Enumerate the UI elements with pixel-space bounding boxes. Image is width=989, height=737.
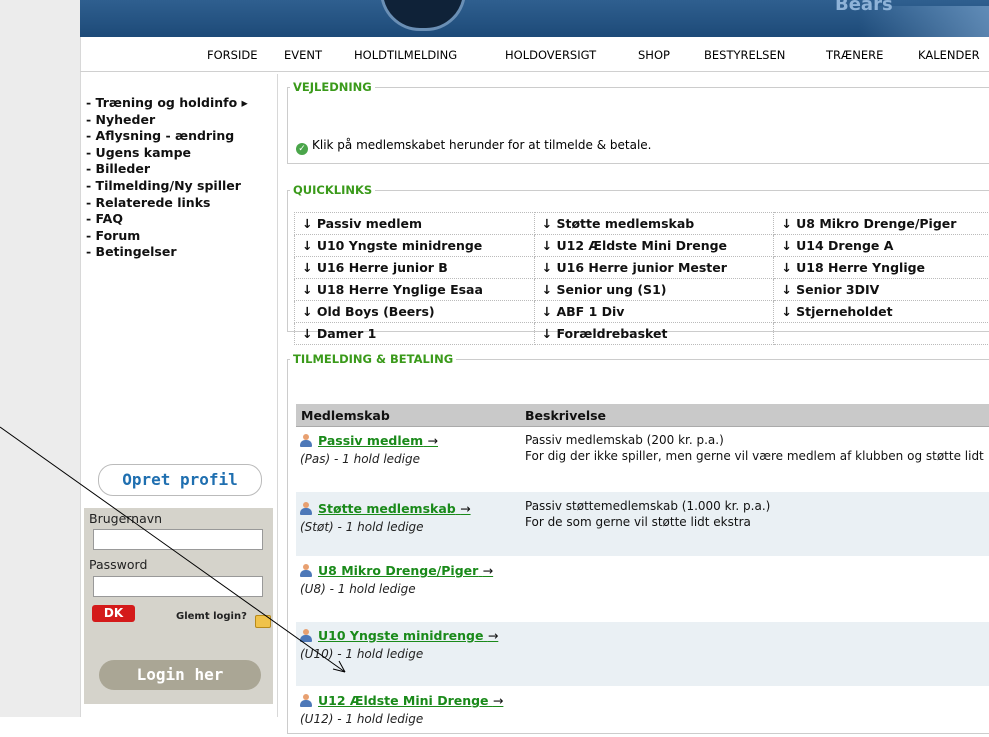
membership-availability: (U10) - 1 hold ledige — [300, 647, 423, 661]
table-row: ↓ U16 Herre junior B ↓ U16 Herre junior … — [295, 257, 989, 279]
banner-decoration — [859, 6, 989, 37]
quicklink[interactable]: ↓ Passiv medlem — [295, 213, 535, 235]
quicklink[interactable]: ↓ Senior ung (S1) — [534, 279, 774, 301]
quicklinks-section: QUICKLINKS ↓ Passiv medlem ↓ Støtte medl… — [287, 183, 989, 332]
membership-link[interactable]: Støtte medlemskab → — [318, 501, 471, 516]
membership-link[interactable]: Passiv medlem → — [318, 433, 438, 448]
person-icon — [299, 629, 313, 643]
dk-logo: DK — [92, 605, 135, 622]
person-icon — [299, 694, 313, 708]
quicklink[interactable]: ↓ U18 Herre Ynglige — [774, 257, 989, 279]
table-row: ↓ U18 Herre Ynglige Esaa ↓ Senior ung (S… — [295, 279, 989, 301]
sidebar-item-traening[interactable]: - Træning og holdinfo ▸ — [86, 95, 276, 112]
quicklinks-table: ↓ Passiv medlem ↓ Støtte medlemskab ↓ U8… — [294, 212, 989, 345]
table-row: ↓ Damer 1 ↓ Forældrebasket — [295, 323, 989, 345]
quicklink[interactable]: ↓ U18 Herre Ynglige Esaa — [295, 279, 535, 301]
tilmelding-legend: TILMELDING & BETALING — [290, 352, 456, 366]
nav-holdoversigt[interactable]: HOLDOVERSIGT — [505, 48, 596, 62]
sidebar-item-aflysning[interactable]: - Aflysning - ændring — [86, 128, 276, 145]
nav-bestyrelsen[interactable]: BESTYRELSEN — [704, 48, 785, 62]
nav-event[interactable]: EVENT — [284, 48, 322, 62]
quicklink[interactable]: ↓ Støtte medlemskab — [534, 213, 774, 235]
table-row: U12 Ældste Mini Drenge → (U12) - 1 hold … — [296, 687, 989, 737]
username-label: Brugernavn — [89, 511, 162, 526]
instruction-text: ✓ Klik på medlemskabet herunder for at ti… — [296, 138, 651, 155]
sidebar-menu: - Træning og holdinfo ▸ - Nyheder - Afly… — [86, 95, 276, 261]
table-row: ↓ U10 Yngste minidrenge ↓ U12 Ældste Min… — [295, 235, 989, 257]
create-profile-button[interactable]: Opret profil — [98, 464, 262, 496]
quicklink[interactable]: ↓ U16 Herre junior Mester — [534, 257, 774, 279]
quicklink[interactable]: ↓ U12 Ældste Mini Drenge — [534, 235, 774, 257]
forgot-login-link[interactable]: Glemt login? — [176, 611, 247, 622]
table-row: U8 Mikro Drenge/Piger → (U8) - 1 hold le… — [296, 557, 989, 621]
username-input[interactable] — [93, 529, 263, 550]
sidebar-item-ugens-kampe[interactable]: - Ugens kampe — [86, 145, 276, 162]
quicklink[interactable]: ↓ U14 Drenge A — [774, 235, 989, 257]
person-icon — [299, 564, 313, 578]
instruction-label: Klik på medlemskabet herunder for at til… — [312, 138, 651, 152]
sidebar-item-billeder[interactable]: - Billeder — [86, 161, 276, 178]
quicklink[interactable]: ↓ Stjerneholdet — [774, 301, 989, 323]
nav-forside[interactable]: FORSIDE — [207, 48, 257, 62]
quicklink[interactable]: ↓ Old Boys (Beers) — [295, 301, 535, 323]
sidebar-item-forum[interactable]: - Forum — [86, 228, 276, 245]
nav-traenere[interactable]: TRÆNERE — [826, 48, 883, 62]
table-row: ↓ Old Boys (Beers) ↓ ABF 1 Div ↓ Stjerne… — [295, 301, 989, 323]
membership-table-header: Medlemskab Beskrivelse — [296, 404, 989, 427]
membership-link[interactable]: U10 Yngste minidrenge → — [318, 628, 498, 643]
nav-shop[interactable]: SHOP — [638, 48, 670, 62]
password-label: Password — [89, 557, 147, 572]
quicklink[interactable]: ↓ ABF 1 Div — [534, 301, 774, 323]
vejledning-legend: VEJLEDNING — [290, 80, 375, 94]
key-icon — [255, 615, 271, 628]
col-membership: Medlemskab — [301, 408, 390, 423]
quicklink[interactable]: ↓ U16 Herre junior B — [295, 257, 535, 279]
membership-link[interactable]: U12 Ældste Mini Drenge → — [318, 693, 503, 708]
sidebar-item-tilmelding[interactable]: - Tilmelding/Ny spiller — [86, 178, 276, 195]
membership-availability: (Støt) - 1 hold ledige — [300, 520, 424, 534]
table-row: U10 Yngste minidrenge → (U10) - 1 hold l… — [296, 622, 989, 686]
membership-availability: (U12) - 1 hold ledige — [300, 712, 423, 726]
header-banner: Bears — [80, 0, 989, 37]
club-logo[interactable] — [380, 0, 466, 31]
sidebar-item-relaterede-links[interactable]: - Relaterede links — [86, 195, 276, 212]
quicklink[interactable]: ↓ Senior 3DIV — [774, 279, 989, 301]
description-line: For de som gerne vil støtte lidt ekstra — [525, 515, 751, 529]
description-line: Passiv støttemedlemskab (1.000 kr. p.a.) — [525, 499, 770, 513]
table-row: Passiv medlem → (Pas) - 1 hold ledige Pa… — [296, 427, 989, 491]
quicklinks-legend: QUICKLINKS — [290, 183, 375, 197]
membership-availability: (U8) - 1 hold ledige — [300, 582, 416, 596]
login-box: Brugernavn Password DK Glemt login? Logi… — [84, 508, 273, 704]
quicklink[interactable]: ↓ U8 Mikro Drenge/Piger — [774, 213, 989, 235]
person-icon — [299, 434, 313, 448]
nav-holdtilmelding[interactable]: HOLDTILMELDING — [354, 48, 457, 62]
table-row: Støtte medlemskab → (Støt) - 1 hold ledi… — [296, 492, 989, 556]
browser-left-margin — [0, 0, 81, 717]
membership-link[interactable]: U8 Mikro Drenge/Piger → — [318, 563, 493, 578]
quicklink-empty — [774, 323, 989, 345]
sidebar-item-faq[interactable]: - FAQ — [86, 211, 276, 228]
check-icon: ✓ — [296, 143, 308, 155]
quicklink[interactable]: ↓ U10 Yngste minidrenge — [295, 235, 535, 257]
quicklink[interactable]: ↓ Forældrebasket — [534, 323, 774, 345]
password-input[interactable] — [93, 576, 263, 597]
login-button[interactable]: Login her — [99, 660, 261, 690]
table-row: ↓ Passiv medlem ↓ Støtte medlemskab ↓ U8… — [295, 213, 989, 235]
membership-availability: (Pas) - 1 hold ledige — [300, 452, 420, 466]
main-nav: FORSIDE EVENT HOLDTILMELDING HOLDOVERSIG… — [80, 37, 989, 72]
description-line: For dig der ikke spiller, men gerne vil … — [525, 449, 984, 463]
quicklink[interactable]: ↓ Damer 1 — [295, 323, 535, 345]
description-line: Passiv medlemskab (200 kr. p.a.) — [525, 433, 724, 447]
column-divider — [277, 74, 278, 717]
person-icon — [299, 502, 313, 516]
nav-kalender[interactable]: KALENDER — [918, 48, 980, 62]
vejledning-section: VEJLEDNING ✓ Klik på medlemskabet herunde… — [287, 80, 989, 164]
tilmelding-section: TILMELDING & BETALING Medlemskab Beskriv… — [287, 352, 989, 734]
sidebar-item-nyheder[interactable]: - Nyheder — [86, 112, 276, 129]
col-description: Beskrivelse — [525, 408, 606, 423]
sidebar-item-betingelser[interactable]: - Betingelser — [86, 244, 276, 261]
